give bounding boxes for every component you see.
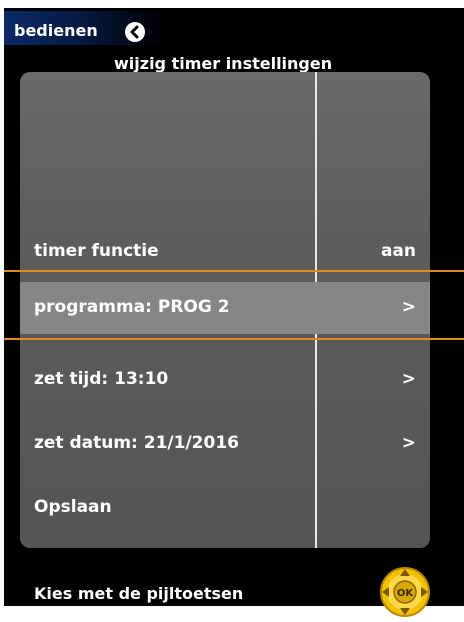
nav-ok-label: OK — [397, 588, 415, 599]
menu-row-label: Opslaan — [34, 497, 112, 517]
footer-hint: Kies met de pijltoetsen — [34, 584, 244, 603]
menu-row-label: timer functie — [34, 241, 159, 261]
menu-row-zet-datum[interactable]: zet datum: 21/1/2016 > — [20, 418, 430, 470]
header-tab-label: bedienen — [14, 21, 98, 40]
page-title: wijzig timer instellingen — [114, 54, 333, 73]
menu-row-value: > — [401, 297, 416, 317]
menu-row-value: > — [401, 369, 416, 389]
menu-row-value: > — [401, 433, 416, 453]
selection-line-bottom — [4, 338, 464, 340]
menu-row-zet-tijd[interactable]: zet tijd: 13:10 > — [20, 354, 430, 406]
menu-row-programma[interactable]: programma: PROG 2 > — [20, 282, 430, 334]
menu-row-label: zet datum: 21/1/2016 — [34, 433, 239, 453]
device-screen: bedienen wijzig timer instellingen timer… — [4, 8, 464, 606]
menu-row-label: zet tijd: 13:10 — [34, 369, 169, 389]
menu-row-value: aan — [380, 241, 416, 261]
chevron-left-icon[interactable] — [125, 22, 145, 42]
selection-line-top — [4, 270, 464, 272]
menu-row-label: programma: PROG 2 — [34, 297, 230, 317]
menu-panel: timer functie aan programma: PROG 2 > ze… — [20, 72, 430, 548]
dpad-ok-icon[interactable]: OK — [379, 566, 431, 618]
menu-row-opslaan[interactable]: Opslaan — [20, 482, 430, 534]
